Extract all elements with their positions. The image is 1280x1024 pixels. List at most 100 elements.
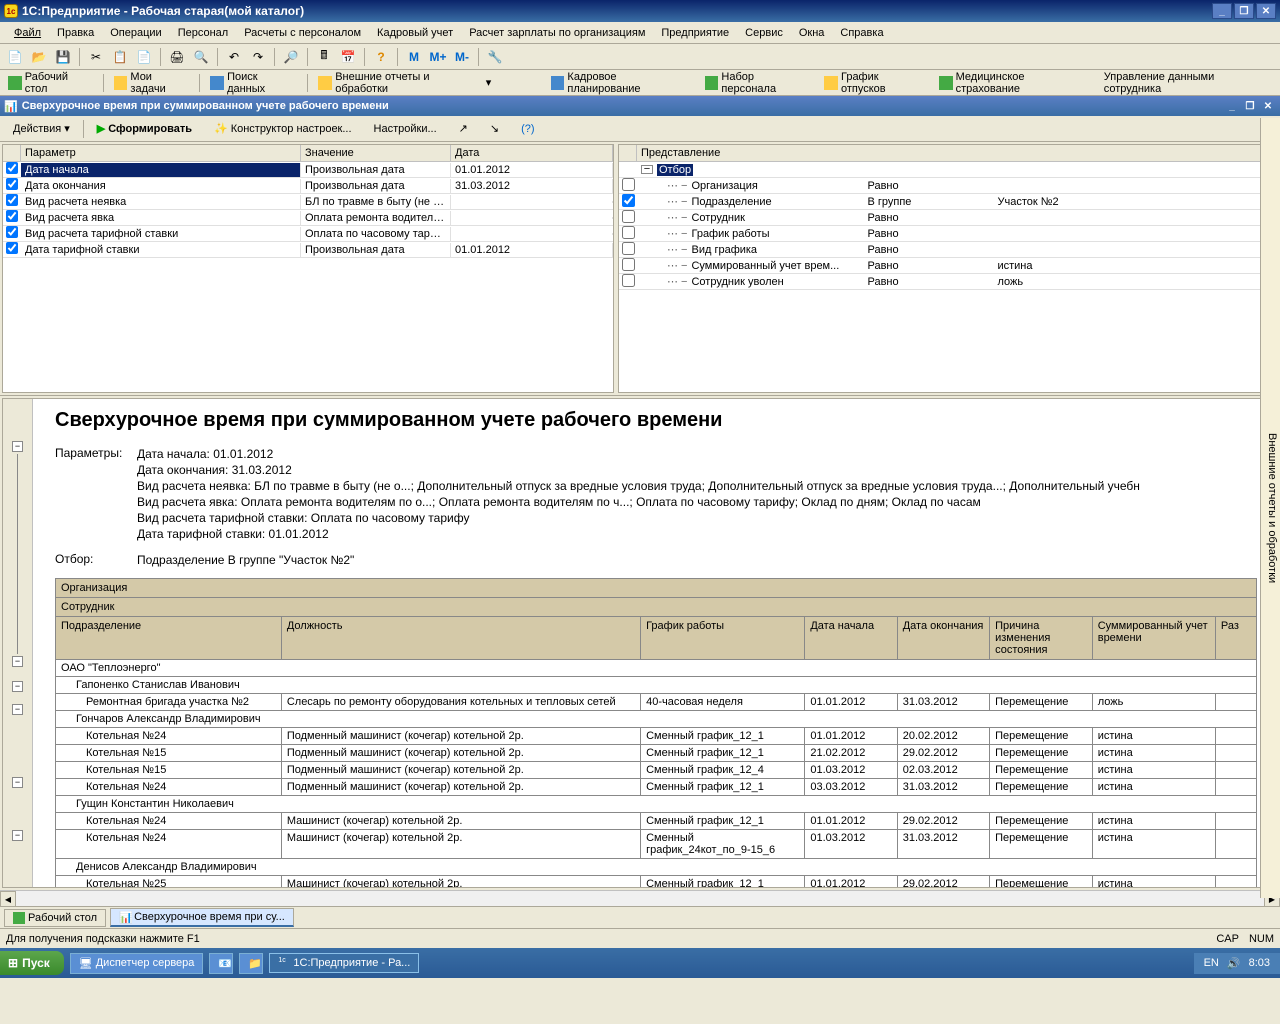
desktop-link[interactable]: Рабочий стол xyxy=(4,69,97,97)
mminus-button[interactable]: M- xyxy=(451,46,473,68)
doc-minimize-button[interactable]: _ xyxy=(1224,99,1240,113)
param-row[interactable]: Дата окончания Произвольная дата 31.03.2… xyxy=(3,178,613,194)
param-row[interactable]: Вид расчета явка Оплата ремонта водителя… xyxy=(3,210,613,226)
param-checkbox[interactable] xyxy=(6,162,18,174)
mplus-button[interactable]: M+ xyxy=(427,46,449,68)
close-button[interactable]: ✕ xyxy=(1256,3,1276,19)
table-row[interactable]: Котельная №24Машинист (кочегар) котельно… xyxy=(56,813,1257,830)
hrplan-link[interactable]: Кадровое планирование xyxy=(547,69,695,97)
search-link[interactable]: Поиск данных xyxy=(206,69,301,97)
task-ql1[interactable]: 📧 xyxy=(209,953,233,974)
menu-company[interactable]: Предприятие xyxy=(653,25,737,41)
calendar-icon[interactable]: 📅 xyxy=(337,46,359,68)
actions-button[interactable]: Действия ▾ xyxy=(4,118,79,139)
new-icon[interactable]: 📄 xyxy=(4,46,26,68)
filter-row[interactable]: ⋯ − Сотрудник Равно xyxy=(619,210,1277,226)
open-icon[interactable]: 📂 xyxy=(28,46,50,68)
expand-icon[interactable]: − xyxy=(12,704,23,715)
menu-windows[interactable]: Окна xyxy=(791,25,833,41)
save-icon[interactable]: 💾 xyxy=(52,46,74,68)
task-1c[interactable]: 1c1С:Предприятие - Ра... xyxy=(269,953,419,973)
param-row[interactable]: Дата начала Произвольная дата 01.01.2012 xyxy=(3,162,613,178)
redo-icon[interactable]: ↷ xyxy=(247,46,269,68)
print-icon[interactable]: 🖨 xyxy=(166,46,188,68)
table-row-employee[interactable]: Гапоненко Станислав Иванович xyxy=(56,677,1257,694)
col-date[interactable]: Дата xyxy=(451,145,613,161)
expand-icon[interactable]: − xyxy=(12,681,23,692)
table-row[interactable]: Котельная №25Машинист (кочегар) котельно… xyxy=(56,876,1257,889)
generate-button[interactable]: ▶Сформировать xyxy=(88,118,201,139)
tab-desktop[interactable]: Рабочий стол xyxy=(4,909,106,927)
param-checkbox[interactable] xyxy=(6,178,18,190)
menu-payroll-calc[interactable]: Расчеты с персоналом xyxy=(236,25,369,41)
tools-icon[interactable]: 🔧 xyxy=(484,46,506,68)
scroll-left-icon[interactable]: ◀ xyxy=(0,891,16,907)
filter-checkbox[interactable] xyxy=(622,210,635,223)
expand-icon[interactable]: − xyxy=(12,830,23,841)
mytasks-link[interactable]: Мои задачи xyxy=(110,69,194,97)
param-checkbox[interactable] xyxy=(6,242,18,254)
table-row-employee[interactable]: Гончаров Александр Владимирович xyxy=(56,711,1257,728)
settings-button[interactable]: Настройки... xyxy=(365,119,446,139)
copy-icon[interactable]: 📋 xyxy=(109,46,131,68)
table-row[interactable]: Котельная №24Подменный машинист (кочегар… xyxy=(56,779,1257,796)
extreports-link[interactable]: Внешние отчеты и обработки▾ xyxy=(314,69,495,97)
lang-indicator[interactable]: EN xyxy=(1204,957,1219,969)
param-checkbox[interactable] xyxy=(6,226,18,238)
m-button[interactable]: M xyxy=(403,46,425,68)
filter-row[interactable]: ⋯ − Организация Равно xyxy=(619,178,1277,194)
filter-row[interactable]: ⋯ − Вид графика Равно xyxy=(619,242,1277,258)
menu-edit[interactable]: Правка xyxy=(49,25,102,41)
calc-icon[interactable]: 🖩 xyxy=(313,46,335,68)
menu-operations[interactable]: Операции xyxy=(102,25,169,41)
table-row[interactable]: Котельная №24Подменный машинист (кочегар… xyxy=(56,728,1257,745)
expand-icon[interactable]: − xyxy=(12,777,23,788)
task-servermgr[interactable]: 🖥Диспетчер сервера xyxy=(70,953,204,974)
medins-link[interactable]: Медицинское страхование xyxy=(935,69,1094,97)
recruit-link[interactable]: Набор персонала xyxy=(701,69,815,97)
filter-checkbox[interactable] xyxy=(622,242,635,255)
menu-help[interactable]: Справка xyxy=(832,25,891,41)
table-row[interactable]: Ремонтная бригада участка №2Слесарь по р… xyxy=(56,694,1257,711)
table-row[interactable]: Котельная №15Подменный машинист (кочегар… xyxy=(56,762,1257,779)
col-param[interactable]: Параметр xyxy=(21,145,301,161)
doc-help-button[interactable]: (?) xyxy=(512,119,543,139)
filter-root[interactable]: − Отбор xyxy=(619,162,1277,178)
filter-checkbox[interactable] xyxy=(622,274,635,287)
doc-maximize-button[interactable]: ❐ xyxy=(1242,99,1258,113)
table-row-employee[interactable]: Денисов Александр Владимирович xyxy=(56,859,1257,876)
col-value[interactable]: Значение xyxy=(301,145,451,161)
expand-icon[interactable]: − xyxy=(12,656,23,667)
menu-hr[interactable]: Кадровый учет xyxy=(369,25,461,41)
menu-personnel[interactable]: Персонал xyxy=(170,25,237,41)
filter-checkbox[interactable] xyxy=(622,258,635,271)
paste-icon[interactable]: 📄 xyxy=(133,46,155,68)
constructor-button[interactable]: ✨Конструктор настроек... xyxy=(205,118,361,139)
filter-row[interactable]: ⋯ − Подразделение В группе Участок №2 xyxy=(619,194,1277,210)
param-row[interactable]: Вид расчета тарифной ставки Оплата по ча… xyxy=(3,226,613,242)
param-row[interactable]: Дата тарифной ставки Произвольная дата 0… xyxy=(3,242,613,258)
table-row-employee[interactable]: Гущин Константин Николаевич xyxy=(56,796,1257,813)
filter-checkbox[interactable] xyxy=(622,226,635,239)
system-tray[interactable]: EN 🔊 8:03 xyxy=(1194,953,1280,974)
start-button[interactable]: ⊞Пуск xyxy=(0,951,64,975)
help-icon[interactable]: ? xyxy=(370,46,392,68)
filter-row[interactable]: ⋯ − График работы Равно xyxy=(619,226,1277,242)
tool2-button[interactable]: ↘ xyxy=(481,118,508,139)
col-presentation[interactable]: Представление xyxy=(637,145,1277,161)
cut-icon[interactable]: ✂ xyxy=(85,46,107,68)
side-panel[interactable]: Внешние отчеты и обработки xyxy=(1260,118,1280,898)
table-row[interactable]: Котельная №15Подменный машинист (кочегар… xyxy=(56,745,1257,762)
doc-close-button[interactable]: ✕ xyxy=(1260,99,1276,113)
filter-row[interactable]: ⋯ − Суммированный учет врем... Равно ист… xyxy=(619,258,1277,274)
expand-icon[interactable]: − xyxy=(12,441,23,452)
empdata-link[interactable]: Управление данными сотрудника xyxy=(1100,69,1276,97)
collapse-icon[interactable]: − xyxy=(641,165,653,174)
tab-document[interactable]: 📊Сверхурочное время при су... xyxy=(110,908,294,927)
tray-icon[interactable]: 🔊 xyxy=(1227,957,1241,970)
menu-service[interactable]: Сервис xyxy=(737,25,791,41)
task-ql2[interactable]: 📁 xyxy=(239,953,263,974)
minimize-button[interactable]: _ xyxy=(1212,3,1232,19)
undo-icon[interactable]: ↶ xyxy=(223,46,245,68)
find-icon[interactable]: 🔎 xyxy=(280,46,302,68)
